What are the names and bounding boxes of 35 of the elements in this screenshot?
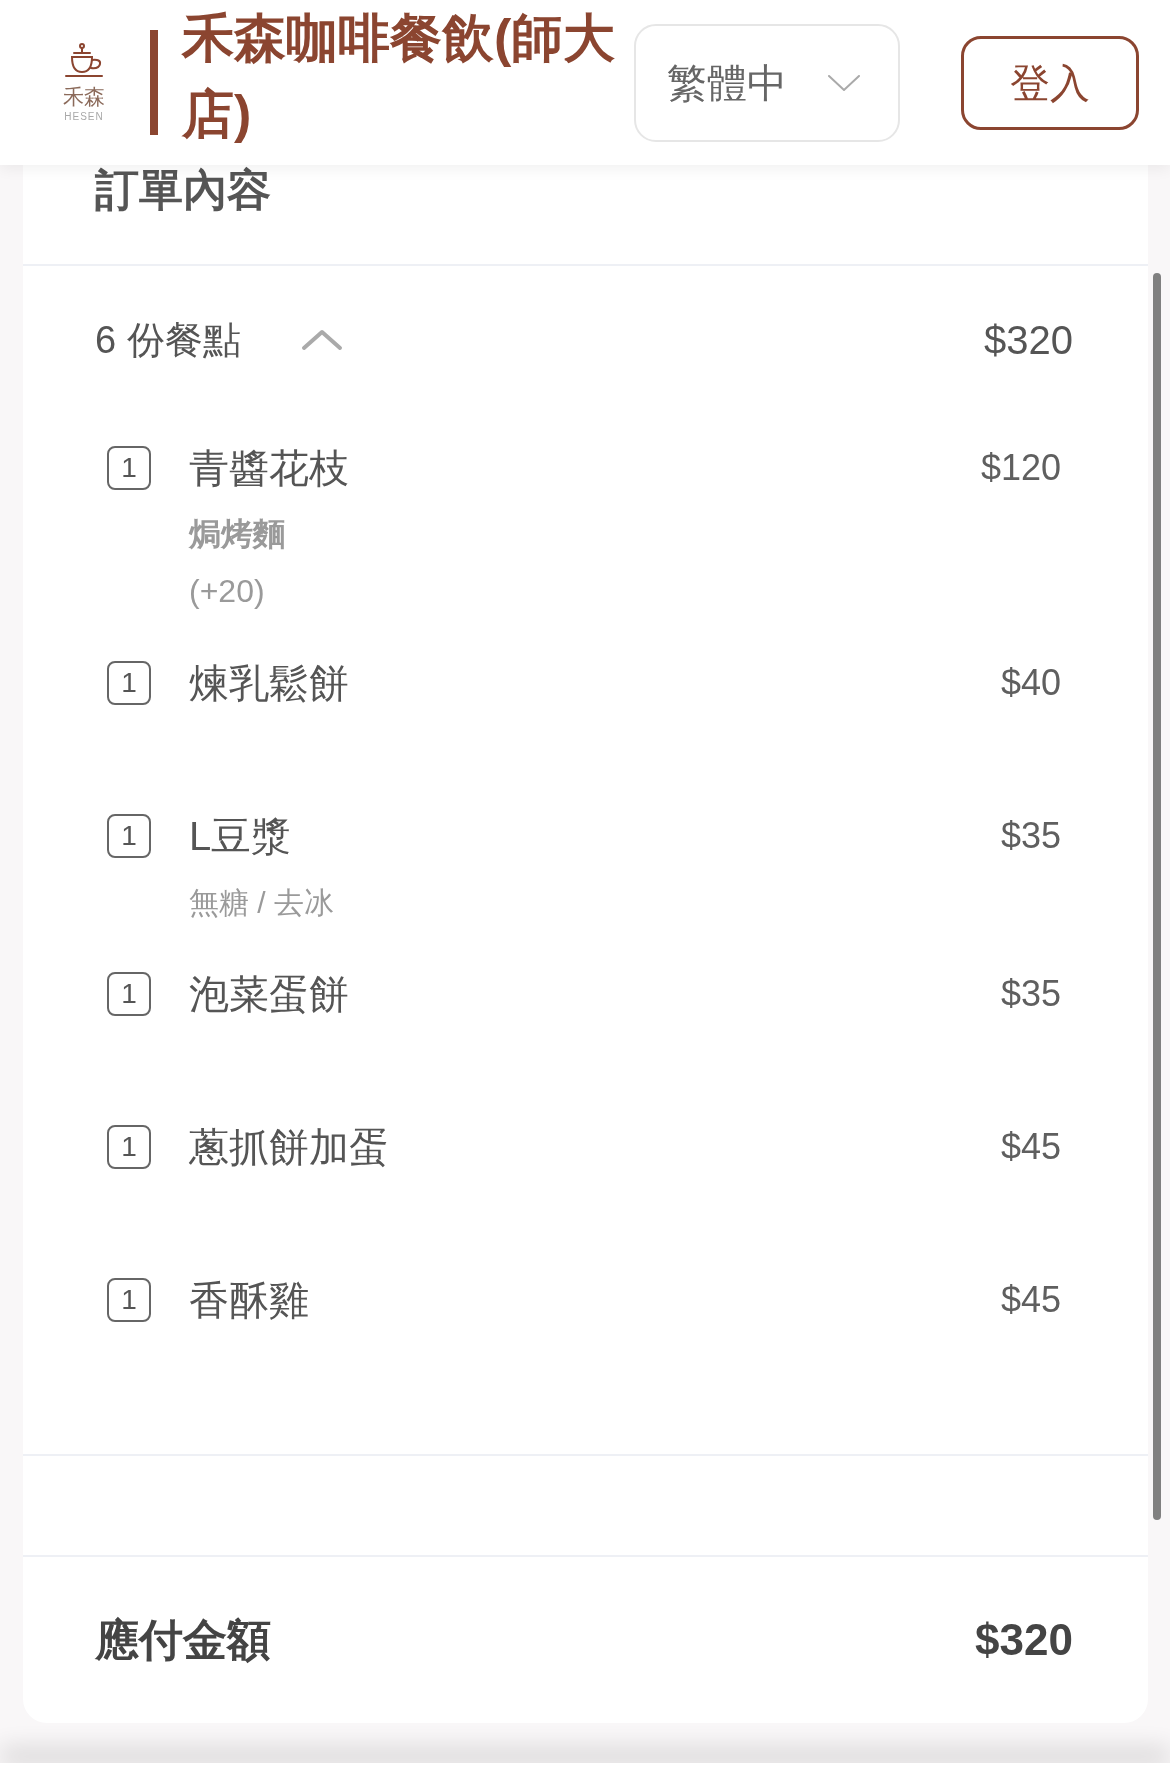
section-title: 訂單內容 bbox=[95, 165, 271, 215]
logo-subtitle: HESEN bbox=[64, 110, 104, 123]
item-name: 香酥雞 bbox=[189, 1277, 309, 1324]
item-name: 蔥抓餅加蛋 bbox=[189, 1124, 389, 1171]
item-price: $45 bbox=[1000, 1125, 1061, 1169]
option-text: 焗烤麵 bbox=[189, 515, 285, 554]
surcharge-text: (+20) bbox=[189, 572, 265, 611]
item-count: 6 份餐點 bbox=[95, 318, 241, 363]
total-amount: $320 bbox=[975, 1615, 1073, 1665]
item-price: $40 bbox=[1000, 661, 1061, 705]
item-price: $35 bbox=[1000, 814, 1061, 858]
note-text: 無糖 / 去冰 bbox=[189, 885, 334, 921]
item-name: L豆漿 bbox=[189, 813, 292, 860]
quantity-tag: 1 bbox=[107, 1125, 151, 1169]
subtotal-amount: $320 bbox=[984, 317, 1073, 364]
store-name: 禾森咖啡餐飲(師大店) bbox=[182, 8, 617, 145]
item-price: $120 bbox=[980, 446, 1061, 490]
chevron-down-icon bbox=[828, 74, 860, 91]
item-name: 煉乳鬆餅 bbox=[189, 660, 349, 707]
quantity-tag: 1 bbox=[107, 972, 151, 1016]
login-button[interactable]: 登入 bbox=[961, 35, 1139, 130]
item-name: 泡菜蛋餅 bbox=[189, 971, 349, 1018]
scrollbar-thumb[interactable] bbox=[1153, 273, 1161, 1520]
logo-text: 禾森 bbox=[63, 84, 105, 109]
item-price: $45 bbox=[1000, 1278, 1061, 1322]
teacup-icon bbox=[64, 42, 104, 79]
item-price: $35 bbox=[1000, 972, 1061, 1016]
quantity-tag: 1 bbox=[107, 1278, 151, 1322]
quantity-tag: 1 bbox=[107, 661, 151, 705]
item-name: 青醬花枝 bbox=[189, 445, 349, 492]
quantity-tag: 1 bbox=[107, 446, 151, 490]
chevron-up-icon[interactable] bbox=[300, 329, 343, 351]
total-label: 應付金額 bbox=[95, 1615, 271, 1665]
language-select[interactable]: 繁體中 bbox=[634, 23, 900, 142]
quantity-tag: 1 bbox=[107, 814, 151, 858]
